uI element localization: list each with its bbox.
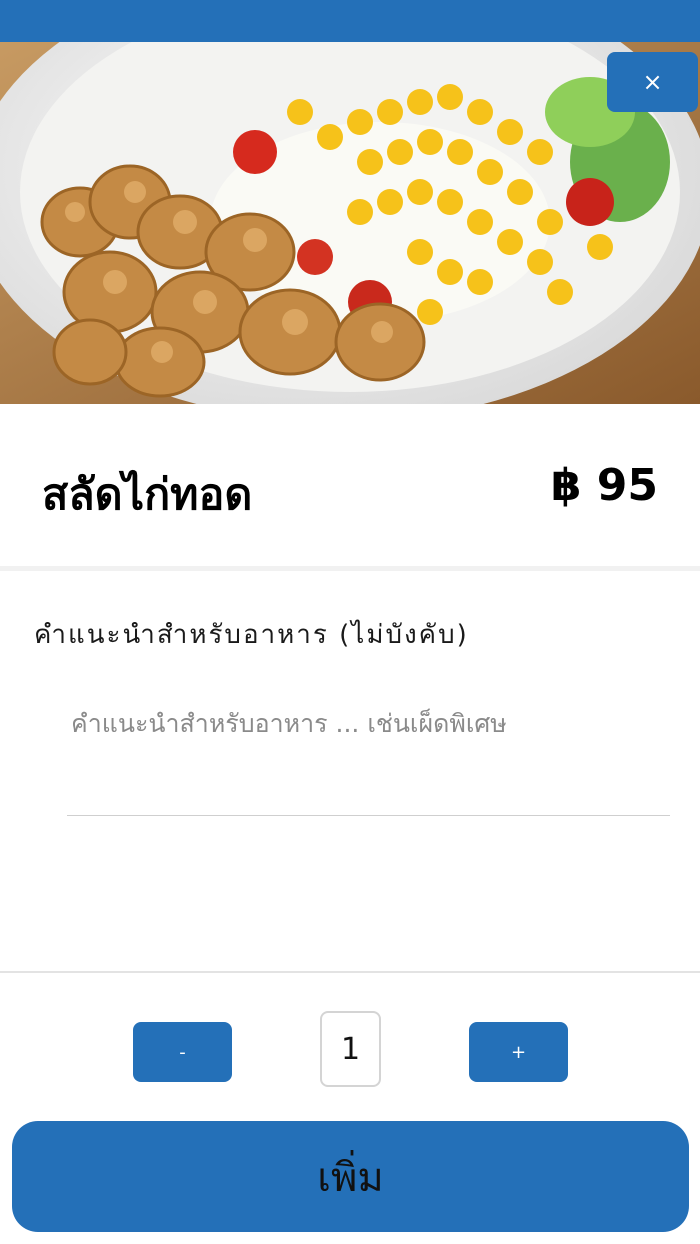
increase-quantity-button[interactable]: +	[469, 1022, 568, 1082]
decrease-quantity-button[interactable]: -	[133, 1022, 232, 1082]
item-name: สลัดไก่ทอด	[42, 470, 253, 520]
minus-icon: -	[179, 1041, 186, 1063]
item-header: สลัดไก่ทอด ฿ 95	[0, 404, 700, 568]
item-price: ฿ 95	[550, 460, 658, 511]
divider	[0, 566, 700, 571]
quantity-value: 1	[320, 1011, 381, 1087]
add-button-label: เพิ่ม	[317, 1154, 384, 1201]
plus-icon: +	[510, 1041, 527, 1063]
item-photo	[0, 42, 700, 404]
notes-label: คำแนะนำสำหรับอาหาร (ไม่บังคับ)	[34, 620, 469, 650]
salad-illustration	[0, 42, 700, 404]
close-icon: ×	[642, 68, 663, 96]
close-button[interactable]: ×	[607, 52, 698, 112]
add-to-cart-button[interactable]: เพิ่ม	[12, 1121, 689, 1232]
notes-input[interactable]	[67, 690, 670, 816]
top-bar	[0, 0, 700, 42]
divider	[0, 971, 700, 973]
